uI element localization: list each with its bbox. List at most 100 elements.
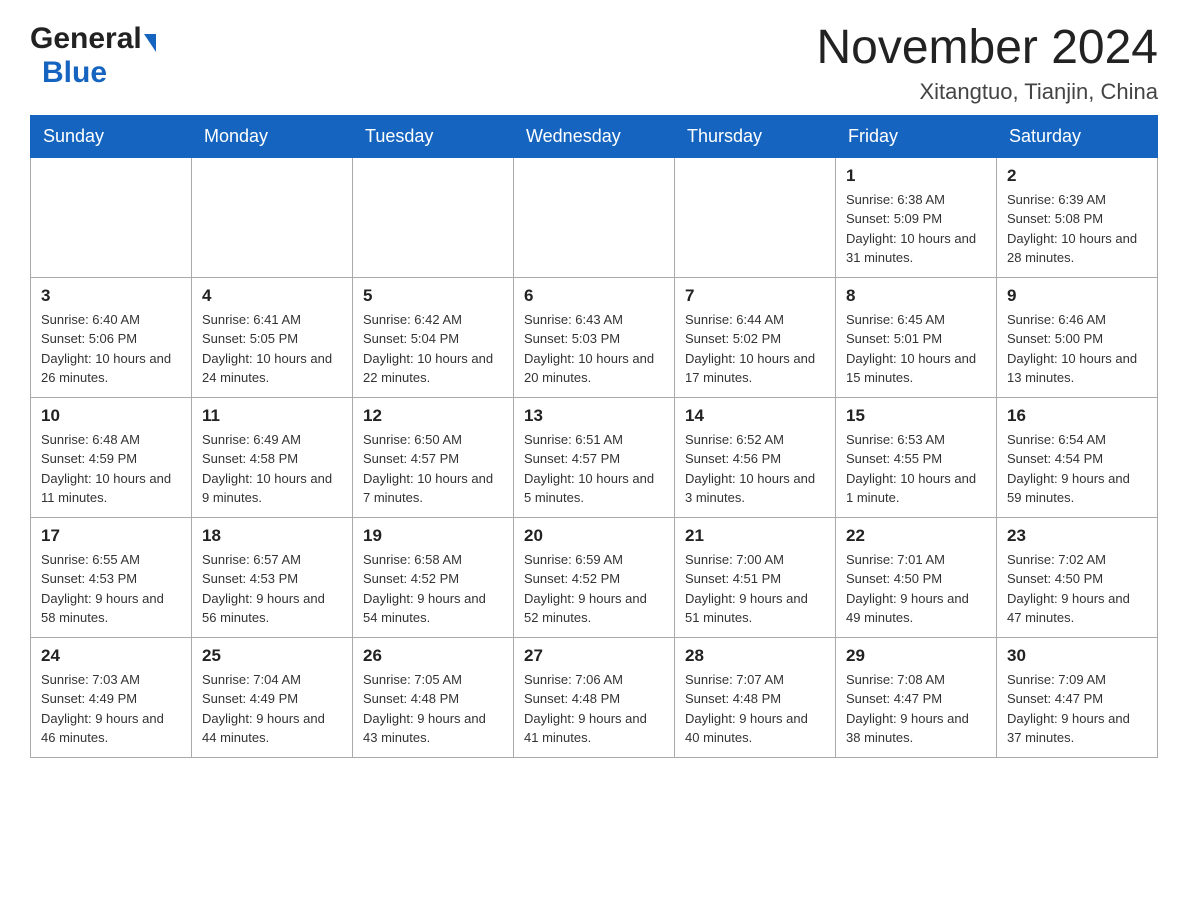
calendar-cell: 19 Sunrise: 6:58 AMSunset: 4:52 PMDayligh… bbox=[353, 517, 514, 637]
calendar-cell: 6 Sunrise: 6:43 AMSunset: 5:03 PMDaylight… bbox=[514, 277, 675, 397]
week-row-5: 24 Sunrise: 7:03 AMSunset: 4:49 PMDayligh… bbox=[31, 637, 1158, 757]
calendar-cell: 15Sunrise: 6:53 AMSunset: 4:55 PMDayligh… bbox=[836, 397, 997, 517]
calendar-cell bbox=[514, 157, 675, 277]
calendar-cell: 8 Sunrise: 6:45 AMSunset: 5:01 PMDaylight… bbox=[836, 277, 997, 397]
calendar-header-row: SundayMondayTuesdayWednesdayThursdayFrid… bbox=[31, 115, 1158, 157]
day-info: Sunrise: 6:58 AMSunset: 4:52 PMDaylight:… bbox=[363, 550, 503, 628]
calendar-cell: 12Sunrise: 6:50 AMSunset: 4:57 PMDayligh… bbox=[353, 397, 514, 517]
day-number: 21 bbox=[685, 526, 825, 546]
logo-general-text: General bbox=[30, 22, 142, 56]
calendar-cell: 5 Sunrise: 6:42 AMSunset: 5:04 PMDaylight… bbox=[353, 277, 514, 397]
day-number: 20 bbox=[524, 526, 664, 546]
week-row-2: 3Sunrise: 6:40 AMSunset: 5:06 PMDaylight… bbox=[31, 277, 1158, 397]
calendar-cell: 4 Sunrise: 6:41 AMSunset: 5:05 PMDaylight… bbox=[192, 277, 353, 397]
day-info: Sunrise: 7:06 AMSunset: 4:48 PMDaylight:… bbox=[524, 670, 664, 748]
day-number: 27 bbox=[524, 646, 664, 666]
week-row-3: 10Sunrise: 6:48 AMSunset: 4:59 PMDayligh… bbox=[31, 397, 1158, 517]
header-day-wednesday: Wednesday bbox=[514, 115, 675, 157]
day-info: Sunrise: 6:40 AMSunset: 5:06 PMDaylight:… bbox=[41, 310, 181, 388]
calendar-cell: 7 Sunrise: 6:44 AMSunset: 5:02 PMDaylight… bbox=[675, 277, 836, 397]
header-day-friday: Friday bbox=[836, 115, 997, 157]
logo: General Blue bbox=[30, 22, 156, 90]
day-number: 29 bbox=[846, 646, 986, 666]
day-info: Sunrise: 6:59 AMSunset: 4:52 PMDaylight:… bbox=[524, 550, 664, 628]
day-info: Sunrise: 6:41 AMSunset: 5:05 PMDaylight:… bbox=[202, 310, 342, 388]
day-number: 13 bbox=[524, 406, 664, 426]
calendar-cell: 20 Sunrise: 6:59 AMSunset: 4:52 PMDayligh… bbox=[514, 517, 675, 637]
day-info: Sunrise: 6:55 AMSunset: 4:53 PMDaylight:… bbox=[41, 550, 181, 628]
calendar-cell: 23 Sunrise: 7:02 AMSunset: 4:50 PMDayligh… bbox=[997, 517, 1158, 637]
calendar-cell: 17 Sunrise: 6:55 AMSunset: 4:53 PMDayligh… bbox=[31, 517, 192, 637]
day-number: 30 bbox=[1007, 646, 1147, 666]
calendar-cell: 13 Sunrise: 6:51 AMSunset: 4:57 PMDayligh… bbox=[514, 397, 675, 517]
calendar-cell: 22 Sunrise: 7:01 AMSunset: 4:50 PMDayligh… bbox=[836, 517, 997, 637]
calendar-wrapper: SundayMondayTuesdayWednesdayThursdayFrid… bbox=[0, 115, 1188, 778]
day-info: Sunrise: 7:09 AMSunset: 4:47 PMDaylight:… bbox=[1007, 670, 1147, 748]
day-number: 6 bbox=[524, 286, 664, 306]
day-info: Sunrise: 7:05 AMSunset: 4:48 PMDaylight:… bbox=[363, 670, 503, 748]
day-info: Sunrise: 6:43 AMSunset: 5:03 PMDaylight:… bbox=[524, 310, 664, 388]
day-number: 17 bbox=[41, 526, 181, 546]
calendar-cell: 16Sunrise: 6:54 AMSunset: 4:54 PMDayligh… bbox=[997, 397, 1158, 517]
day-number: 23 bbox=[1007, 526, 1147, 546]
calendar-cell: 14Sunrise: 6:52 AMSunset: 4:56 PMDayligh… bbox=[675, 397, 836, 517]
calendar-cell: 18 Sunrise: 6:57 AMSunset: 4:53 PMDayligh… bbox=[192, 517, 353, 637]
day-number: 22 bbox=[846, 526, 986, 546]
calendar-subtitle: Xitangtuo, Tianjin, China bbox=[816, 79, 1158, 105]
day-info: Sunrise: 6:44 AMSunset: 5:02 PMDaylight:… bbox=[685, 310, 825, 388]
header-day-thursday: Thursday bbox=[675, 115, 836, 157]
day-number: 26 bbox=[363, 646, 503, 666]
day-info: Sunrise: 6:52 AMSunset: 4:56 PMDaylight:… bbox=[685, 430, 825, 508]
day-info: Sunrise: 6:38 AMSunset: 5:09 PMDaylight:… bbox=[846, 190, 986, 268]
day-info: Sunrise: 7:03 AMSunset: 4:49 PMDaylight:… bbox=[41, 670, 181, 748]
day-number: 4 bbox=[202, 286, 342, 306]
day-info: Sunrise: 6:57 AMSunset: 4:53 PMDaylight:… bbox=[202, 550, 342, 628]
logo-arrow-icon bbox=[144, 34, 156, 52]
day-info: Sunrise: 7:01 AMSunset: 4:50 PMDaylight:… bbox=[846, 550, 986, 628]
logo-blue-text: Blue bbox=[42, 56, 107, 90]
day-number: 5 bbox=[363, 286, 503, 306]
day-info: Sunrise: 7:00 AMSunset: 4:51 PMDaylight:… bbox=[685, 550, 825, 628]
day-info: Sunrise: 6:51 AMSunset: 4:57 PMDaylight:… bbox=[524, 430, 664, 508]
day-info: Sunrise: 6:49 AMSunset: 4:58 PMDaylight:… bbox=[202, 430, 342, 508]
calendar-cell: 10Sunrise: 6:48 AMSunset: 4:59 PMDayligh… bbox=[31, 397, 192, 517]
page-header: General Blue November 2024 Xitangtuo, Ti… bbox=[0, 0, 1188, 115]
calendar-cell bbox=[192, 157, 353, 277]
header-day-saturday: Saturday bbox=[997, 115, 1158, 157]
day-number: 2 bbox=[1007, 166, 1147, 186]
title-block: November 2024 Xitangtuo, Tianjin, China bbox=[816, 22, 1158, 105]
day-number: 28 bbox=[685, 646, 825, 666]
calendar-cell: 1 Sunrise: 6:38 AMSunset: 5:09 PMDaylight… bbox=[836, 157, 997, 277]
day-number: 7 bbox=[685, 286, 825, 306]
calendar-cell: 21 Sunrise: 7:00 AMSunset: 4:51 PMDayligh… bbox=[675, 517, 836, 637]
calendar-cell: 9 Sunrise: 6:46 AMSunset: 5:00 PMDaylight… bbox=[997, 277, 1158, 397]
header-day-sunday: Sunday bbox=[31, 115, 192, 157]
day-number: 1 bbox=[846, 166, 986, 186]
header-day-monday: Monday bbox=[192, 115, 353, 157]
day-info: Sunrise: 6:39 AMSunset: 5:08 PMDaylight:… bbox=[1007, 190, 1147, 268]
day-number: 11 bbox=[202, 406, 342, 426]
day-info: Sunrise: 6:53 AMSunset: 4:55 PMDaylight:… bbox=[846, 430, 986, 508]
calendar-cell: 29Sunrise: 7:08 AMSunset: 4:47 PMDayligh… bbox=[836, 637, 997, 757]
day-info: Sunrise: 7:02 AMSunset: 4:50 PMDaylight:… bbox=[1007, 550, 1147, 628]
day-number: 24 bbox=[41, 646, 181, 666]
day-info: Sunrise: 6:45 AMSunset: 5:01 PMDaylight:… bbox=[846, 310, 986, 388]
day-info: Sunrise: 6:42 AMSunset: 5:04 PMDaylight:… bbox=[363, 310, 503, 388]
calendar-cell: 3Sunrise: 6:40 AMSunset: 5:06 PMDaylight… bbox=[31, 277, 192, 397]
calendar-table: SundayMondayTuesdayWednesdayThursdayFrid… bbox=[30, 115, 1158, 758]
week-row-4: 17 Sunrise: 6:55 AMSunset: 4:53 PMDayligh… bbox=[31, 517, 1158, 637]
day-info: Sunrise: 6:50 AMSunset: 4:57 PMDaylight:… bbox=[363, 430, 503, 508]
week-row-1: 1 Sunrise: 6:38 AMSunset: 5:09 PMDaylight… bbox=[31, 157, 1158, 277]
day-number: 18 bbox=[202, 526, 342, 546]
day-number: 19 bbox=[363, 526, 503, 546]
day-number: 9 bbox=[1007, 286, 1147, 306]
calendar-cell: 2 Sunrise: 6:39 AMSunset: 5:08 PMDaylight… bbox=[997, 157, 1158, 277]
calendar-title: November 2024 bbox=[816, 22, 1158, 75]
day-info: Sunrise: 6:46 AMSunset: 5:00 PMDaylight:… bbox=[1007, 310, 1147, 388]
calendar-cell: 30 Sunrise: 7:09 AMSunset: 4:47 PMDayligh… bbox=[997, 637, 1158, 757]
day-number: 8 bbox=[846, 286, 986, 306]
day-info: Sunrise: 6:54 AMSunset: 4:54 PMDaylight:… bbox=[1007, 430, 1147, 508]
calendar-cell: 27 Sunrise: 7:06 AMSunset: 4:48 PMDayligh… bbox=[514, 637, 675, 757]
day-number: 25 bbox=[202, 646, 342, 666]
day-number: 10 bbox=[41, 406, 181, 426]
